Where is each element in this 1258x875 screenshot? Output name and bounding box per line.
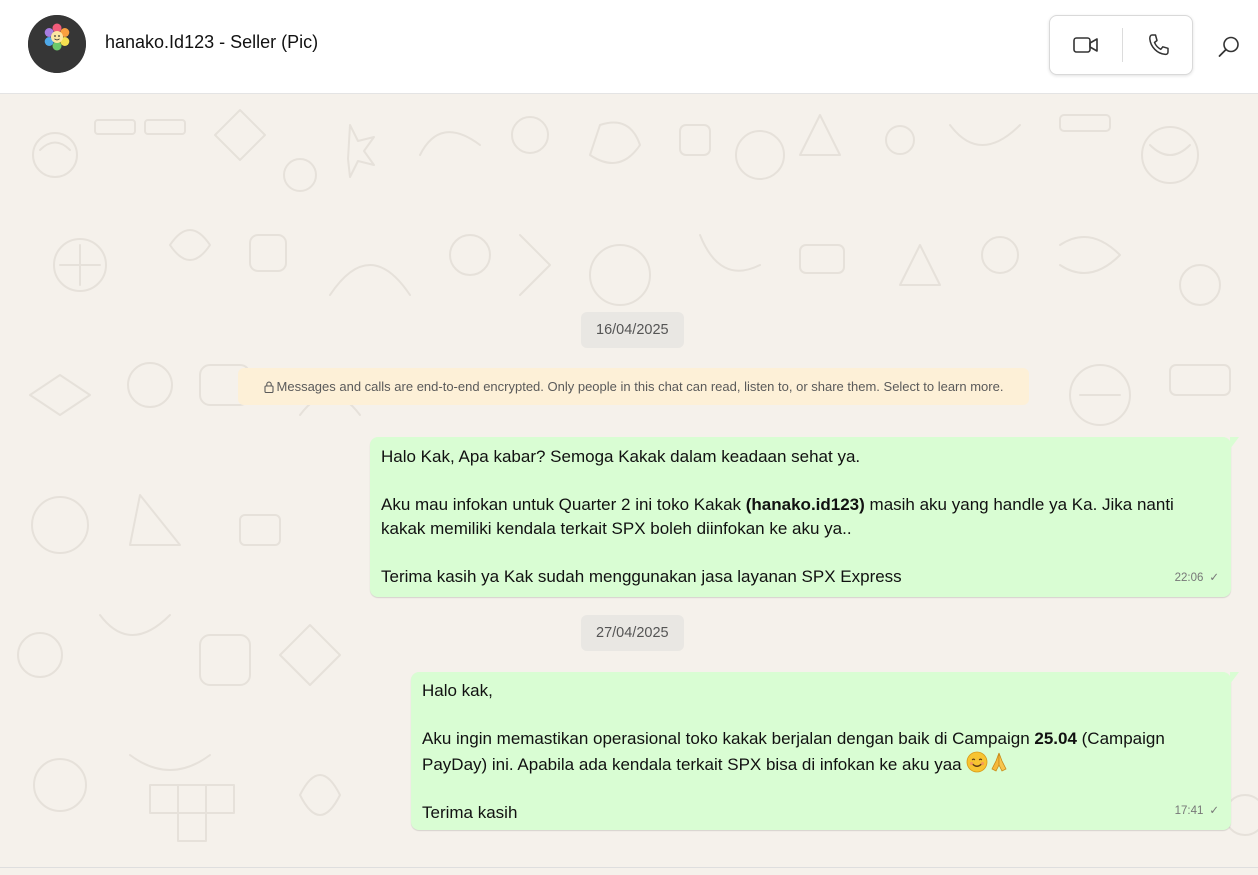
folded-hands-icon <box>991 752 1007 772</box>
call-button-group <box>1049 15 1193 75</box>
message-text: kakak memiliki kendala terkait SPX boleh… <box>381 519 852 538</box>
chat-area[interactable]: 16/04/2025 Messages and calls are end-to… <box>0 95 1258 875</box>
message-text: Halo kak, <box>422 681 493 700</box>
divider <box>0 867 1258 868</box>
encryption-notice-text: Messages and calls are end-to-end encryp… <box>276 379 1004 394</box>
message-text: Aku ingin memastikan operasional toko ka… <box>422 729 1165 748</box>
bubble-tail <box>1230 672 1239 684</box>
chat-header: hanako.Id123 - Seller (Pic) <box>0 0 1258 94</box>
video-call-button[interactable] <box>1050 16 1122 74</box>
smiling-face-icon <box>966 751 988 773</box>
chat-title[interactable]: hanako.Id123 - Seller (Pic) <box>105 32 318 53</box>
message-bubble-outgoing[interactable]: Halo kak, Aku ingin memastikan operasion… <box>411 672 1239 830</box>
message-text: PayDay) ini. Apabila ada kendala terkait… <box>422 751 1165 777</box>
message-bubble-outgoing[interactable]: Halo Kak, Apa kabar? Semoga Kakak dalam … <box>370 437 1239 597</box>
message-text: Aku mau infokan untuk Quarter 2 ini toko… <box>381 495 1174 514</box>
date-divider: 27/04/2025 <box>581 615 684 651</box>
sent-check-icon: ✓ <box>1209 805 1219 817</box>
message-meta: 22:06 ✓ <box>1175 566 1219 590</box>
message-time: 22:06 <box>1174 572 1204 584</box>
encryption-notice[interactable]: Messages and calls are end-to-end encryp… <box>238 368 1029 405</box>
voice-call-button[interactable] <box>1122 16 1194 74</box>
phone-icon <box>1149 34 1169 56</box>
bubble-tail <box>1230 437 1239 449</box>
avatar[interactable] <box>28 15 86 73</box>
message-time: 17:41 <box>1174 805 1204 817</box>
message-text: Terima kasih ya Kak sudah menggunakan ja… <box>381 567 902 586</box>
video-camera-icon <box>1073 37 1098 53</box>
lock-icon <box>263 381 274 393</box>
message-text: Terima kasih <box>422 803 518 822</box>
date-divider: 16/04/2025 <box>581 312 684 348</box>
sent-check-icon: ✓ <box>1209 572 1219 584</box>
search-icon <box>1218 36 1239 57</box>
message-text: Halo Kak, Apa kabar? Semoga Kakak dalam … <box>381 447 861 466</box>
search-button[interactable] <box>1212 30 1246 64</box>
message-meta: 17:41 ✓ <box>1175 799 1219 823</box>
flower-logo-icon <box>28 15 86 73</box>
